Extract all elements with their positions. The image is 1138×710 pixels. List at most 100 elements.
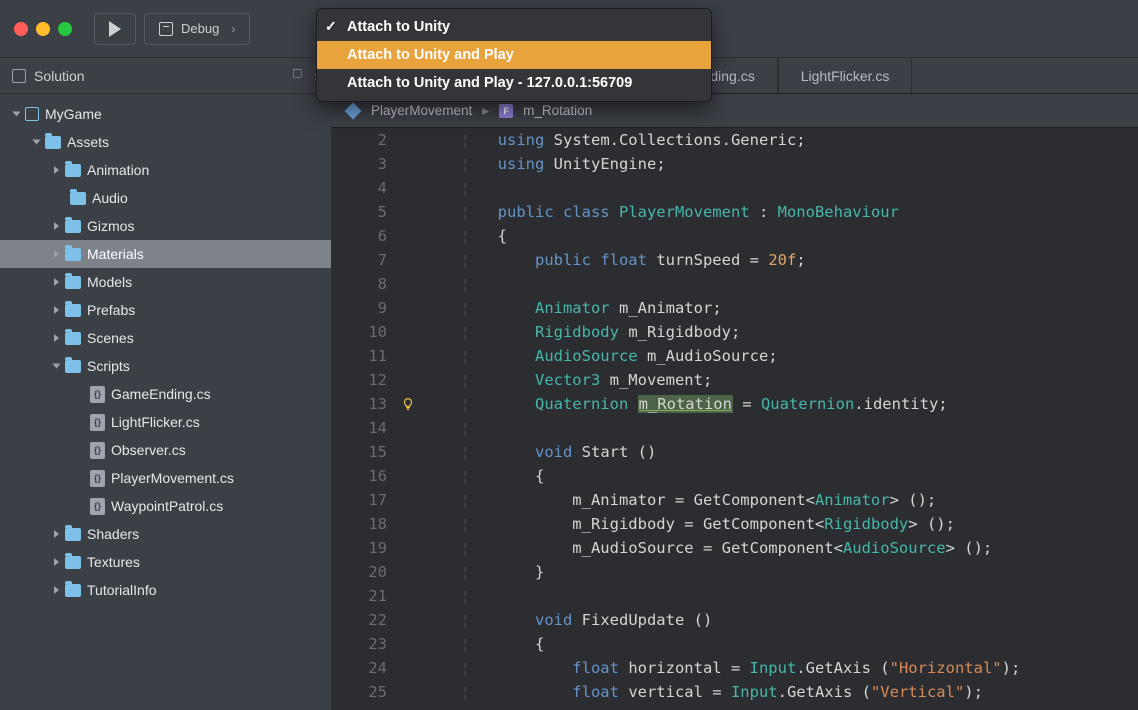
folder-icon — [65, 556, 81, 569]
dropdown-item-label: Attach to Unity and Play — [347, 47, 514, 63]
expander-icon[interactable] — [54, 334, 59, 342]
run-configuration-selector[interactable]: Debug › — [144, 13, 250, 45]
tab-label: LightFlicker.cs — [801, 68, 890, 84]
editor-area: ameEnding.cs LightFlicker.cs PlayerMovem… — [331, 58, 1138, 710]
code-text[interactable]: ¦ using System.Collections.Generic; ¦ us… — [419, 128, 1138, 710]
solution-title: Solution — [34, 68, 85, 84]
expander-icon[interactable] — [54, 166, 59, 174]
dropdown-item[interactable]: Attach to Unity and Play — [317, 41, 711, 69]
folder-icon — [65, 276, 81, 289]
tree-folder[interactable]: Textures — [0, 548, 331, 576]
zoom-window-button[interactable] — [58, 22, 72, 36]
dropdown-item[interactable]: Attach to Unity and Play - 127.0.0.1:567… — [317, 69, 711, 97]
expander-icon[interactable] — [54, 530, 59, 538]
run-target-dropdown[interactable]: ✓ Attach to Unity Attach to Unity and Play… — [316, 8, 712, 102]
pin-icon[interactable]: □ — [292, 69, 306, 83]
solution-tree[interactable]: MyGame Assets Animation Audio Gizmos Material… — [0, 94, 331, 710]
expander-icon[interactable] — [13, 112, 21, 117]
tree-item-label: Materials — [87, 246, 144, 262]
tree-folder[interactable]: Assets — [0, 128, 331, 156]
tree-folder[interactable]: Prefabs — [0, 296, 331, 324]
tree-item-label: Observer.cs — [111, 442, 186, 458]
play-icon — [109, 21, 121, 37]
tree-item-label: MyGame — [45, 106, 102, 122]
tree-item-label: TutorialInfo — [87, 582, 157, 598]
tree-folder[interactable]: TutorialInfo — [0, 576, 331, 604]
tree-folder[interactable]: Models — [0, 268, 331, 296]
folder-icon — [65, 220, 81, 233]
tree-item-label: Textures — [87, 554, 140, 570]
tree-item-label: Scripts — [87, 358, 130, 374]
tree-folder[interactable]: Animation — [0, 156, 331, 184]
minimize-window-button[interactable] — [36, 22, 50, 36]
breadcrumb-member[interactable]: m_Rotation — [523, 103, 592, 118]
folder-icon — [65, 164, 81, 177]
tree-item-label: Gizmos — [87, 218, 134, 234]
class-icon — [345, 102, 362, 119]
dropdown-item-label: Attach to Unity — [347, 19, 450, 35]
tree-item-label: WaypointPatrol.cs — [111, 498, 223, 514]
tree-item-label: Audio — [92, 190, 128, 206]
folder-icon — [65, 584, 81, 597]
code-editor[interactable]: 2345678910111213141516171819202122232425… — [331, 128, 1138, 710]
solution-icon — [12, 69, 26, 83]
expander-icon[interactable] — [54, 250, 59, 258]
glyph-margin[interactable] — [397, 128, 419, 710]
breadcrumb-class[interactable]: PlayerMovement — [371, 103, 472, 118]
tree-folder[interactable]: Shaders — [0, 520, 331, 548]
tree-item-label: Assets — [67, 134, 109, 150]
chevron-right-icon: › — [231, 22, 235, 36]
tree-folder[interactable]: Scenes — [0, 324, 331, 352]
folder-icon — [65, 332, 81, 345]
csharp-file-icon: {} — [90, 470, 105, 487]
tree-item-label: Scenes — [87, 330, 134, 346]
tree-file[interactable]: {} Observer.cs — [0, 436, 331, 464]
solution-header: Solution □ › — [0, 58, 331, 94]
tab-lightflicker[interactable]: LightFlicker.cs — [778, 59, 913, 93]
solution-sidebar: Solution □ › MyGame Assets Animation Audio G… — [0, 58, 331, 710]
tree-file[interactable]: {}GameEnding.cs — [0, 380, 331, 408]
run-configuration-label: Debug — [181, 21, 219, 36]
folder-icon — [65, 360, 81, 373]
field-icon: F — [499, 104, 513, 118]
dropdown-item[interactable]: ✓ Attach to Unity — [317, 13, 711, 41]
tree-file[interactable]: {} WaypointPatrol.cs — [0, 492, 331, 520]
tree-folder[interactable]: Gizmos — [0, 212, 331, 240]
tree-file[interactable]: {}PlayerMovement.cs — [0, 464, 331, 492]
expander-icon[interactable] — [53, 364, 61, 369]
run-button[interactable] — [94, 13, 136, 45]
expander-icon[interactable] — [54, 278, 59, 286]
tree-folder[interactable]: Materials — [0, 240, 331, 268]
configuration-icon — [159, 22, 173, 36]
tree-file[interactable]: {} LightFlicker.cs — [0, 408, 331, 436]
csharp-file-icon: {} — [90, 442, 105, 459]
line-number-gutter: 2345678910111213141516171819202122232425 — [331, 128, 397, 710]
tree-item-label: Prefabs — [87, 302, 135, 318]
csharp-file-icon: {} — [90, 414, 105, 431]
csharp-file-icon: {} — [90, 498, 105, 515]
folder-icon — [70, 192, 86, 205]
folder-icon — [65, 248, 81, 261]
expander-icon[interactable] — [54, 586, 59, 594]
project-icon — [25, 107, 39, 121]
check-icon: ✓ — [325, 18, 337, 35]
close-window-button[interactable] — [14, 22, 28, 36]
expander-icon[interactable] — [33, 140, 41, 145]
expander-icon[interactable] — [54, 222, 59, 230]
tree-item-label: Animation — [87, 162, 149, 178]
tree-folder[interactable]: MyGame — [0, 100, 331, 128]
expander-icon[interactable] — [54, 306, 59, 314]
dropdown-item-label: Attach to Unity and Play - 127.0.0.1:567… — [347, 75, 632, 91]
window-traffic-lights — [14, 22, 72, 36]
expander-icon[interactable] — [54, 558, 59, 566]
tree-item-label: Models — [87, 274, 132, 290]
folder-icon — [65, 304, 81, 317]
tree-item-label: GameEnding.cs — [111, 386, 211, 402]
breadcrumb-separator-icon: ▸ — [482, 103, 489, 119]
tree-folder[interactable]: Scripts — [0, 352, 331, 380]
lightbulb-icon[interactable] — [397, 392, 419, 416]
tree-folder[interactable]: Audio — [0, 184, 331, 212]
tree-item-label: LightFlicker.cs — [111, 414, 200, 430]
folder-icon — [45, 136, 61, 149]
folder-icon — [65, 528, 81, 541]
